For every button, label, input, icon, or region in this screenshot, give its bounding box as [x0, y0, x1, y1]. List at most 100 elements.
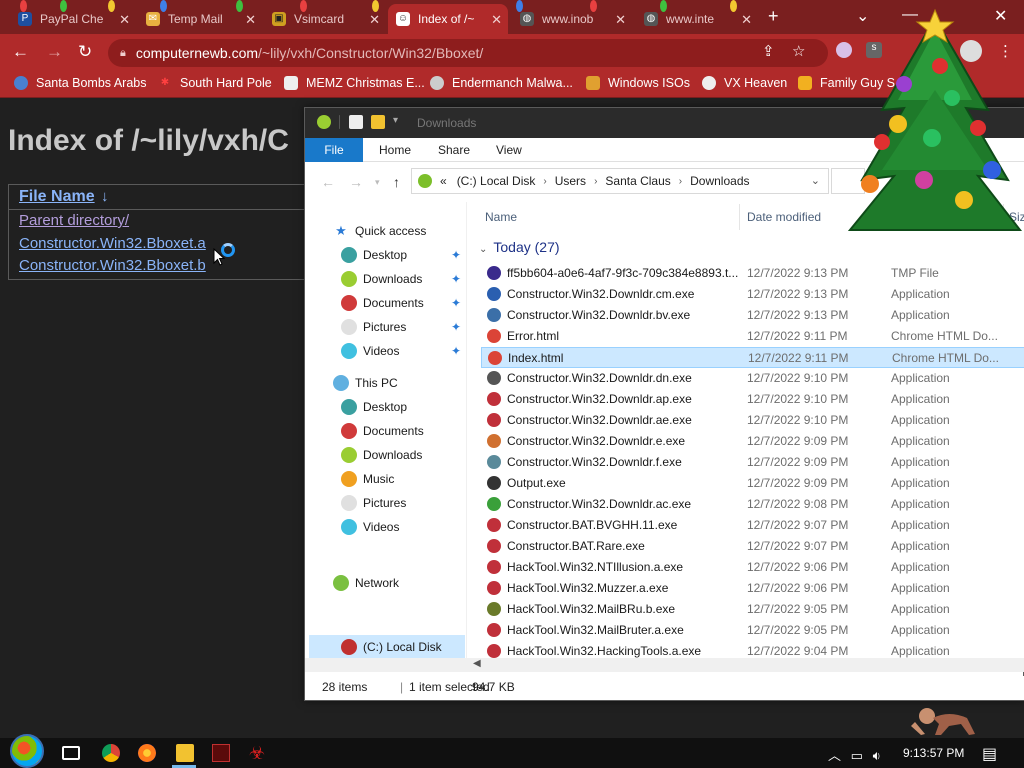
pin-icon[interactable]: ✦	[451, 320, 461, 334]
file-row[interactable]: Index.html 12/7/2022 9:11 PM Chrome HTML D…	[481, 347, 1024, 368]
address-bar[interactable]: 🔒︎ computernewb.com /~lily/vxh/Construct…	[108, 39, 828, 67]
recent-locations-icon[interactable]: ▾	[375, 177, 380, 188]
network-tray-icon[interactable]: ▭	[851, 748, 863, 763]
file-row[interactable]: HackTool.Win32.MailBRu.b.exe 12/7/2022 9:…	[481, 599, 1024, 620]
close-icon[interactable]: ✕	[245, 12, 256, 28]
start-button[interactable]	[10, 734, 44, 768]
close-icon[interactable]: ✕	[741, 12, 752, 28]
back-button[interactable]: ←	[321, 174, 335, 190]
nav-pc-pictures[interactable]: Pictures	[341, 492, 406, 514]
group-header-today[interactable]: ⌄ Today (27)	[479, 239, 560, 255]
breadcrumb-item[interactable]: (C:) Local Disk	[457, 174, 536, 188]
file-row[interactable]: Constructor.Win32.Downldr.ae.exe 12/7/202…	[481, 410, 1024, 431]
chevron-down-icon[interactable]: ▾	[393, 115, 407, 129]
file-row[interactable]: Constructor.Win32.Downldr.f.exe 12/7/2022…	[481, 452, 1024, 473]
nav-quick-access[interactable]: ★ Quick access	[333, 220, 426, 242]
column-header-date[interactable]: Date modified	[747, 210, 821, 224]
tab-inobject[interactable]: ◍ www.inob ✕	[512, 4, 632, 34]
column-header-name[interactable]: Name	[485, 210, 517, 224]
volume-icon[interactable]: 🔉︎	[873, 748, 881, 763]
up-button[interactable]: ↑	[393, 174, 400, 190]
nav-desktop[interactable]: Desktop	[341, 244, 407, 266]
breadcrumb-item[interactable]: Users	[555, 174, 586, 188]
pin-icon[interactable]: ✦	[451, 272, 461, 286]
new-tab-button[interactable]: +	[768, 6, 779, 27]
breadcrumb-item[interactable]: Downloads	[690, 174, 749, 188]
file-row[interactable]: Error.html 12/7/2022 9:11 PM Chrome HTML D…	[481, 326, 1024, 347]
forward-button[interactable]: →	[46, 42, 63, 62]
tab-file[interactable]: File	[305, 138, 363, 162]
file-row[interactable]: Constructor.Win32.Downldr.cm.exe 12/7/202…	[481, 284, 1024, 305]
chevron-right-icon[interactable]: ›	[543, 176, 546, 187]
nav-pc-local-disk[interactable]: (C:) Local Disk	[341, 636, 442, 658]
file-row[interactable]: Constructor.BAT.Rare.exe 12/7/2022 9:07 P…	[481, 536, 1024, 557]
nav-videos[interactable]: Videos	[341, 340, 399, 362]
chevron-right-icon[interactable]: ›	[594, 176, 597, 187]
bookmark-windows-isos[interactable]: Windows ISOs	[586, 76, 690, 90]
nav-documents[interactable]: Documents	[341, 292, 424, 314]
tab-paypal[interactable]: P PayPal Che ✕	[10, 4, 136, 34]
file-link[interactable]: Constructor.Win32.Bboxet.b	[19, 257, 206, 274]
chrome-taskbar-icon[interactable]	[102, 744, 120, 762]
tab-view[interactable]: View	[496, 143, 522, 157]
forward-button[interactable]: →	[349, 174, 363, 190]
bookmark-santa-bombs[interactable]: Santa Bombs Arabs	[14, 76, 146, 90]
tab-vsimcard[interactable]: ▣ Vsimcard ✕	[264, 4, 386, 34]
close-icon[interactable]: ✕	[369, 12, 380, 28]
close-icon[interactable]: ✕	[615, 12, 626, 28]
notification-icon[interactable]: ▤	[982, 744, 997, 764]
nav-network[interactable]: Network	[333, 572, 399, 594]
column-divider[interactable]	[739, 204, 740, 230]
pin-icon[interactable]: ✦	[451, 344, 461, 358]
reload-button[interactable]: ↻	[78, 42, 92, 62]
close-icon[interactable]: ✕	[119, 12, 130, 28]
explorer-address-bar[interactable]: « (C:) Local Disk › Users › Santa Claus …	[411, 168, 829, 194]
nav-this-pc[interactable]: This PC	[333, 372, 398, 394]
file-row[interactable]: HackTool.Win32.NTIllusion.a.exe 12/7/2022…	[481, 557, 1024, 578]
file-row[interactable]: Constructor.Win32.Downldr.ac.exe 12/7/202…	[481, 494, 1024, 515]
pin-icon[interactable]: ✦	[451, 248, 461, 262]
horizontal-scrollbar[interactable]: ◀	[305, 658, 1024, 672]
file-explorer-taskbar-icon[interactable]	[176, 744, 194, 762]
file-link[interactable]: Constructor.Win32.Bboxet.a	[19, 235, 206, 252]
file-row[interactable]: ff5bb604-a0e6-4af7-9f3c-709c384e8893.t..…	[481, 263, 1024, 284]
nav-pc-videos[interactable]: Videos	[341, 516, 399, 538]
file-row[interactable]: Constructor.Win32.Downldr.ap.exe 12/7/202…	[481, 389, 1024, 410]
task-view-icon[interactable]	[62, 746, 80, 760]
nav-pc-documents[interactable]: Documents	[341, 420, 424, 442]
scroll-left-icon[interactable]: ◀	[473, 658, 481, 669]
filename-column-header[interactable]: File Name	[19, 188, 95, 206]
firefox-taskbar-icon[interactable]	[138, 744, 156, 762]
bookmark-memz-christmas[interactable]: MEMZ Christmas E...	[284, 76, 425, 90]
nav-pictures[interactable]: Pictures	[341, 316, 406, 338]
parent-directory-link[interactable]: Parent directory/	[19, 212, 129, 229]
tab-internet[interactable]: ◍ www.inte ✕	[636, 4, 758, 34]
bookmark-endermanch[interactable]: Endermanch Malwa...	[430, 76, 573, 90]
file-row[interactable]: Output.exe 12/7/2022 9:09 PM Application	[481, 473, 1024, 494]
tab-temp-mail[interactable]: ✉ Temp Mail ✕	[138, 4, 262, 34]
close-icon[interactable]: ✕	[491, 12, 502, 28]
back-button[interactable]: ←	[12, 42, 29, 62]
bookmark-south-hard-pole[interactable]: ✱ South Hard Pole	[158, 76, 272, 90]
app-taskbar-icon[interactable]	[212, 744, 230, 762]
nav-downloads[interactable]: Downloads	[341, 268, 422, 290]
file-row[interactable]: Constructor.BAT.BVGHH.11.exe 12/7/2022 9:…	[481, 515, 1024, 536]
properties-icon[interactable]	[349, 115, 363, 129]
tab-share[interactable]: Share	[438, 143, 470, 157]
file-row[interactable]: Constructor.Win32.Downldr.e.exe 12/7/2022…	[481, 431, 1024, 452]
new-folder-icon[interactable]	[371, 115, 385, 129]
nav-pc-music[interactable]: Music	[341, 468, 394, 490]
sort-arrow-icon[interactable]: ↓	[101, 188, 109, 205]
tab-index-of[interactable]: ☺ Index of /~ ✕	[388, 4, 508, 34]
pin-icon[interactable]: ✦	[451, 296, 461, 310]
file-row[interactable]: Constructor.Win32.Downldr.dn.exe 12/7/202…	[481, 368, 1024, 389]
file-row[interactable]: HackTool.Win32.Muzzer.a.exe 12/7/2022 9:0…	[481, 578, 1024, 599]
file-row[interactable]: Constructor.Win32.Downldr.bv.exe 12/7/202…	[481, 305, 1024, 326]
breadcrumb-overflow[interactable]: «	[440, 174, 447, 188]
clock[interactable]: 9:13:57 PM	[903, 746, 964, 760]
chevron-down-icon[interactable]: ⌄	[811, 174, 820, 187]
chevron-right-icon[interactable]: ›	[679, 176, 682, 187]
share-icon[interactable]: ⇪	[762, 42, 775, 60]
chevron-up-icon[interactable]: ︿	[828, 748, 841, 763]
file-row[interactable]: HackTool.Win32.MailBruter.a.exe 12/7/2022…	[481, 620, 1024, 641]
